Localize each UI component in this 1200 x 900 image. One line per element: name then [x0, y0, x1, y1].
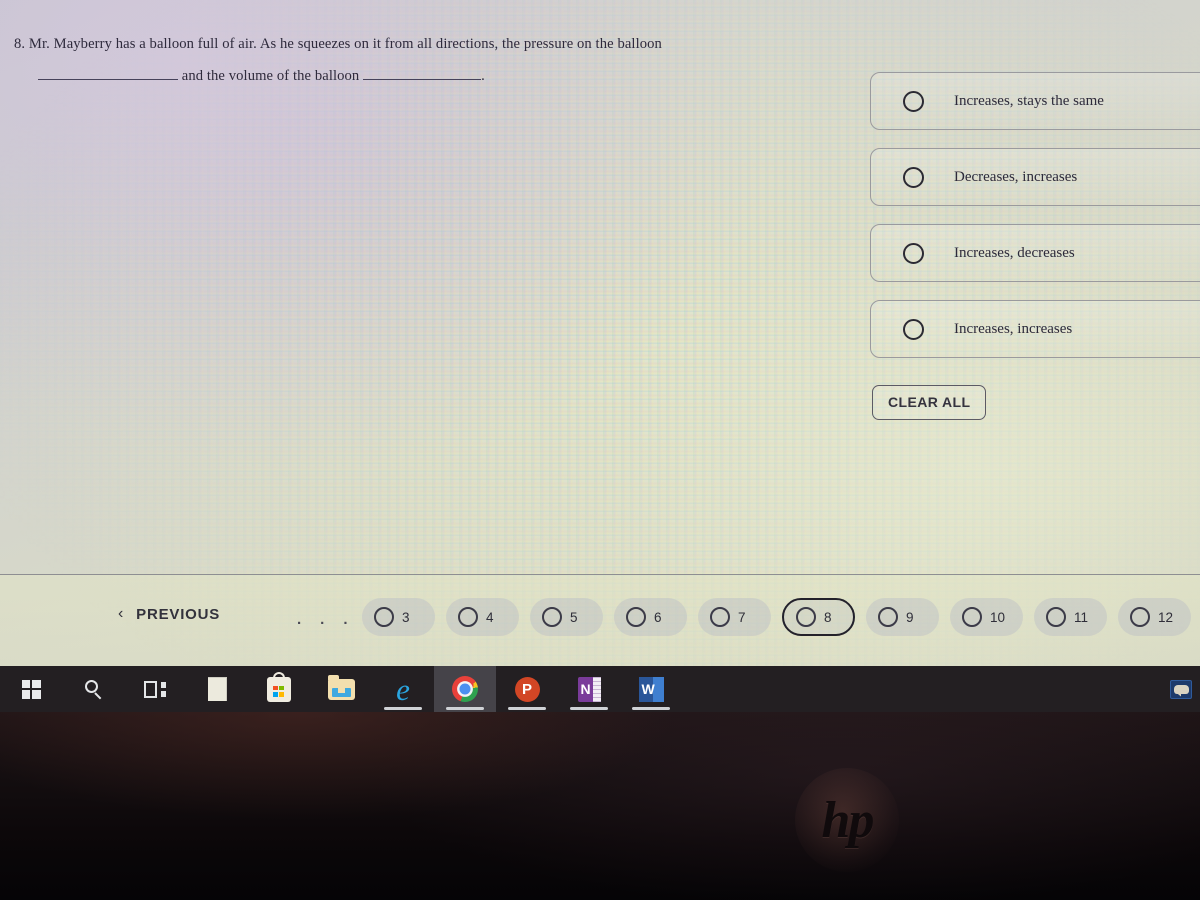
answer-options-list: Increases, stays the same Decreases, inc… [870, 72, 1200, 376]
laptop-screen: 8. Mr. Mayberry has a balloon full of ai… [0, 0, 1200, 712]
question-connector: and the volume of the balloon [181, 68, 360, 84]
notification-bubble-icon[interactable] [1170, 679, 1192, 699]
page-number: 5 [570, 609, 578, 625]
page-item-3[interactable]: 3 [362, 598, 435, 636]
answer-option-label: Decreases, increases [954, 168, 1078, 185]
task-view-icon [144, 680, 166, 698]
answer-option-2[interactable]: Decreases, increases [870, 148, 1200, 206]
question-period: . [481, 68, 485, 84]
page-circle-icon [962, 607, 982, 627]
chevron-left-icon: ‹ [118, 605, 125, 622]
photo-of-laptop-screen: 8. Mr. Mayberry has a balloon full of ai… [0, 0, 1200, 900]
page-number: 10 [990, 609, 1006, 625]
answer-option-3[interactable]: Increases, decreases [870, 224, 1200, 282]
radio-button-icon[interactable] [903, 242, 924, 264]
taskbar-word-button[interactable]: W [620, 666, 682, 712]
taskbar-file-explorer-button[interactable] [310, 666, 372, 712]
page-item-9[interactable]: 9 [866, 598, 939, 636]
answer-blank-2 [363, 79, 482, 80]
task-view-button[interactable] [124, 666, 186, 712]
running-indicator [508, 707, 546, 710]
system-tray [1170, 666, 1192, 712]
powerpoint-glyph: P [521, 680, 532, 698]
page-item-10[interactable]: 10 [950, 598, 1023, 636]
radio-button-icon[interactable] [903, 318, 924, 340]
taskbar-document-button[interactable] [186, 666, 248, 712]
radio-button-icon[interactable] [903, 90, 924, 112]
question-stem: Mr. Mayberry has a balloon full of air. … [28, 36, 662, 52]
windows-logo-icon [21, 679, 41, 699]
page-circle-icon [710, 607, 730, 627]
answer-option-4[interactable]: Increases, increases [870, 300, 1200, 358]
page-number: 12 [1158, 609, 1174, 625]
hp-logo-text: hp [821, 791, 875, 849]
page-number: 3 [402, 609, 410, 625]
pagination-list: 3 4 5 6 7 8 9 10 11 12 [362, 598, 1191, 636]
page-circle-icon [374, 607, 394, 627]
start-button[interactable] [0, 666, 62, 712]
powerpoint-icon: P [514, 676, 540, 702]
page-circle-icon [878, 607, 898, 627]
radio-button-icon[interactable] [903, 166, 924, 188]
microsoft-store-icon [267, 671, 291, 702]
page-number: 6 [654, 609, 662, 625]
answer-option-label: Increases, increases [954, 320, 1073, 337]
page-item-5[interactable]: 5 [530, 598, 603, 636]
windows-taskbar: e P N W [0, 666, 1200, 712]
page-number: 9 [906, 609, 914, 625]
clear-all-button[interactable]: CLEAR ALL [872, 385, 987, 420]
answer-option-label: Increases, stays the same [954, 92, 1104, 109]
file-explorer-icon [327, 674, 355, 700]
pagination-ellipsis[interactable]: · · · [297, 615, 355, 632]
page-item-6[interactable]: 6 [614, 598, 687, 636]
page-number: 8 [824, 609, 832, 625]
page-item-12[interactable]: 12 [1118, 598, 1191, 636]
page-circle-icon [1046, 607, 1066, 627]
running-indicator [570, 707, 608, 710]
running-indicator [446, 707, 484, 710]
word-icon: W [638, 676, 664, 702]
taskbar-chrome-button[interactable] [434, 666, 496, 712]
page-item-8-current[interactable]: 8 [782, 598, 855, 636]
laptop-bezel [0, 712, 1200, 900]
question-number: 8. [14, 36, 26, 52]
search-icon [84, 679, 103, 699]
taskbar-store-button[interactable] [248, 666, 310, 712]
word-glyph: W [641, 680, 655, 697]
onenote-glyph: N [580, 681, 591, 697]
running-indicator [384, 707, 422, 710]
page-item-4[interactable]: 4 [446, 598, 519, 636]
answer-option-label: Increases, decreases [954, 244, 1075, 261]
edge-icon: e [396, 671, 410, 707]
page-circle-icon [626, 607, 646, 627]
taskbar-edge-button[interactable]: e [372, 666, 434, 712]
page-circle-icon [796, 607, 816, 627]
answer-blank-1 [38, 79, 178, 80]
answer-option-1[interactable]: Increases, stays the same [870, 72, 1200, 130]
search-button[interactable] [62, 666, 124, 712]
page-circle-icon [1130, 607, 1150, 627]
page-number: 4 [486, 609, 494, 625]
page-number: 7 [738, 609, 746, 625]
document-icon [207, 677, 227, 701]
running-indicator [632, 707, 670, 710]
previous-button-label: PREVIOUS [136, 605, 221, 623]
page-circle-icon [542, 607, 562, 627]
taskbar-onenote-button[interactable]: N [558, 666, 620, 712]
previous-button[interactable]: ‹ PREVIOUS [118, 605, 220, 623]
chrome-icon [452, 676, 478, 702]
page-number: 11 [1074, 609, 1089, 625]
hp-logo: hp [795, 768, 899, 872]
taskbar-powerpoint-button[interactable]: P [496, 666, 558, 712]
question-text: 8. Mr. Mayberry has a balloon full of ai… [14, 28, 834, 92]
page-circle-icon [458, 607, 478, 627]
page-item-7[interactable]: 7 [698, 598, 771, 636]
question-second-line: and the volume of the balloon . [14, 60, 834, 92]
onenote-icon: N [577, 676, 601, 702]
page-item-11[interactable]: 11 [1034, 598, 1107, 636]
